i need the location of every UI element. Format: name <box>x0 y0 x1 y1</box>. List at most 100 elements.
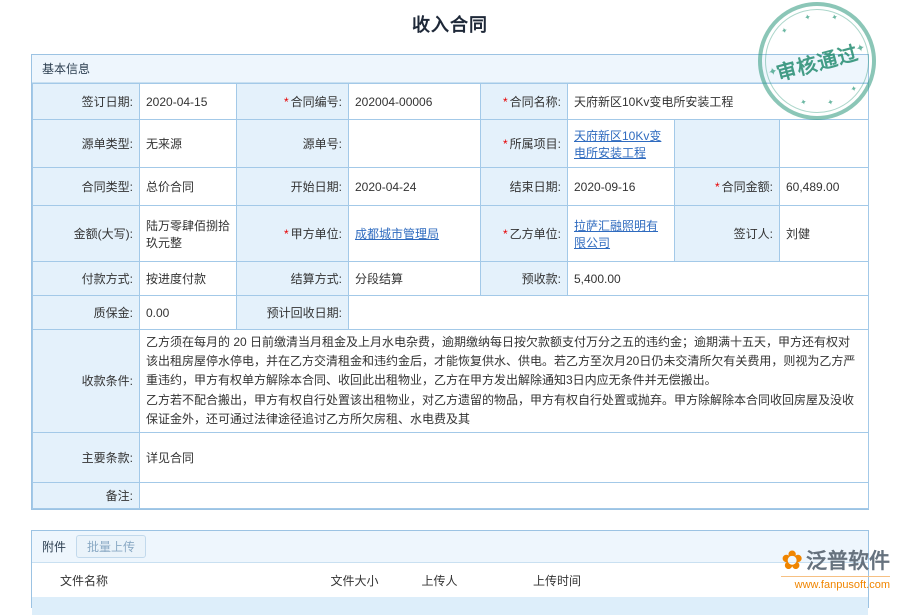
value-source-no <box>349 120 481 168</box>
value-payment-method: 按进度付款 <box>140 262 237 296</box>
contract-form-table: 签订日期: 2020-04-15 *合同编号: 202004-00006 *合同… <box>32 83 869 509</box>
field-label: 签订人: <box>734 227 773 241</box>
stamp-star-icon: ✦ <box>780 27 789 36</box>
vendor-url: www.fanpusoft.com <box>781 576 890 591</box>
stamp-star-icon: ✦ <box>799 98 808 107</box>
value-contract-type: 总价合同 <box>140 168 237 206</box>
form-row: 金额(大写): 陆万零肆佰捌拾玖元整 *甲方单位: 成都城市管理局 *乙方单位:… <box>33 206 869 262</box>
label-source-type: 源单类型: <box>33 120 140 168</box>
form-row: 备注: <box>33 482 869 508</box>
form-row: 源单类型: 无来源 源单号: *所属项目: 天府新区10Kv变电所安装工程 <box>33 120 869 168</box>
stamp-star-icon: ✦ <box>855 43 867 56</box>
label-contract-amount: *合同金额: <box>675 168 780 206</box>
value-remark <box>140 482 869 508</box>
field-label: 合同类型: <box>82 180 133 194</box>
field-label: 主要条款: <box>82 451 133 465</box>
value-sign-date: 2020-04-15 <box>140 84 237 120</box>
label-amount-words: 金额(大写): <box>33 206 140 262</box>
col-upload-time: 上传时间 <box>472 563 642 597</box>
required-marker: * <box>284 227 289 241</box>
required-marker: * <box>503 95 508 109</box>
attachments-title: 附件 <box>42 538 66 555</box>
label-remark: 备注: <box>33 482 140 508</box>
value-party-b: 拉萨汇融照明有限公司 <box>568 206 675 262</box>
field-label: 付款方式: <box>82 272 133 286</box>
stamp-star-icon: ✦ <box>826 98 835 107</box>
vendor-logo-row: ✿ 泛普软件 <box>781 545 890 575</box>
field-label: 源单号: <box>303 137 342 151</box>
col-uploader: 上传人 <box>407 563 472 597</box>
field-label: 合同名称: <box>510 95 561 109</box>
form-row: 收款条件: 乙方须在每月的 20 日前缴清当月租金及上月水电杂费，逾期缴纳每日按… <box>33 330 869 433</box>
attachments-header: 附件 批量上传 <box>32 531 868 563</box>
col-file-size: 文件大小 <box>302 563 407 597</box>
field-label: 合同金额: <box>722 180 773 194</box>
attachments-panel: 附件 批量上传 文件名称 文件大小 上传人 上传时间 <box>31 530 869 608</box>
value-receipt-terms: 乙方须在每月的 20 日前缴清当月租金及上月水电杂费，逾期缴纳每日按欠款额支付万… <box>140 330 869 433</box>
basic-info-panel: 基本信息 签订日期: 2020-04-15 *合同编号: 202004-0000… <box>31 54 869 510</box>
form-row: 合同类型: 总价合同 开始日期: 2020-04-24 结束日期: 2020-0… <box>33 168 869 206</box>
value-start-date: 2020-04-24 <box>349 168 481 206</box>
value-expected-recovery-date <box>349 296 869 330</box>
label-retention: 质保金: <box>33 296 140 330</box>
stamp-star-icon: ✦ <box>767 66 779 79</box>
field-label: 甲方单位: <box>291 227 342 241</box>
label-receipt-terms: 收款条件: <box>33 330 140 433</box>
fanpu-logo-icon: ✿ <box>781 547 803 573</box>
field-label: 开始日期: <box>291 180 342 194</box>
required-marker: * <box>715 180 720 194</box>
value-source-type: 无来源 <box>140 120 237 168</box>
party-a-link[interactable]: 成都城市管理局 <box>355 227 439 241</box>
field-label: 结算方式: <box>291 272 342 286</box>
label-sign-date: 签订日期: <box>33 84 140 120</box>
label-end-date: 结束日期: <box>481 168 568 206</box>
field-label: 收款条件: <box>82 374 133 388</box>
empty-value-cell <box>780 120 869 168</box>
project-link[interactable]: 天府新区10Kv变电所安装工程 <box>574 129 661 160</box>
label-source-no: 源单号: <box>237 120 349 168</box>
file-table-header-row: 文件名称 文件大小 上传人 上传时间 <box>32 563 868 597</box>
party-b-link[interactable]: 拉萨汇融照明有限公司 <box>574 219 658 250</box>
value-contract-no: 202004-00006 <box>349 84 481 120</box>
label-start-date: 开始日期: <box>237 168 349 206</box>
field-label: 源单类型: <box>82 137 133 151</box>
label-party-a: *甲方单位: <box>237 206 349 262</box>
col-file-name: 文件名称 <box>32 563 302 597</box>
form-row: 主要条款: 详见合同 <box>33 432 869 482</box>
field-label: 备注: <box>106 489 133 503</box>
field-label: 质保金: <box>94 306 133 320</box>
value-end-date: 2020-09-16 <box>568 168 675 206</box>
field-label: 所属项目: <box>510 137 561 151</box>
required-marker: * <box>503 137 508 151</box>
label-expected-recovery-date: 预计回收日期: <box>237 296 349 330</box>
value-amount-words: 陆万零肆佰捌拾玖元整 <box>140 206 237 262</box>
label-payment-method: 付款方式: <box>33 262 140 296</box>
field-label: 预计回收日期: <box>267 306 342 320</box>
value-party-a: 成都城市管理局 <box>349 206 481 262</box>
label-contract-type: 合同类型: <box>33 168 140 206</box>
value-retention: 0.00 <box>140 296 237 330</box>
field-label: 签订日期: <box>82 95 133 109</box>
batch-upload-button[interactable]: 批量上传 <box>76 535 146 558</box>
label-advance-payment: 预收款: <box>481 262 568 296</box>
field-label: 乙方单位: <box>510 227 561 241</box>
label-main-terms: 主要条款: <box>33 432 140 482</box>
form-row: 质保金: 0.00 预计回收日期: <box>33 296 869 330</box>
value-main-terms: 详见合同 <box>140 432 869 482</box>
value-contract-amount: 60,489.00 <box>780 168 869 206</box>
field-label: 预收款: <box>522 272 561 286</box>
label-signer: 签订人: <box>675 206 780 262</box>
label-contract-name: *合同名称: <box>481 84 568 120</box>
stamp-star-icon: ✦ <box>850 85 859 94</box>
value-signer: 刘健 <box>780 206 869 262</box>
vendor-logo: ✿ 泛普软件 www.fanpusoft.com <box>781 545 890 591</box>
stamp-star-icon: ✦ <box>804 13 813 22</box>
label-party-b: *乙方单位: <box>481 206 568 262</box>
label-contract-no: *合同编号: <box>237 84 349 120</box>
field-label: 结束日期: <box>510 180 561 194</box>
value-project: 天府新区10Kv变电所安装工程 <box>568 120 675 168</box>
field-label: 合同编号: <box>291 95 342 109</box>
form-row: 付款方式: 按进度付款 结算方式: 分段结算 预收款: 5,400.00 <box>33 262 869 296</box>
label-settlement-method: 结算方式: <box>237 262 349 296</box>
value-advance-payment: 5,400.00 <box>568 262 869 296</box>
